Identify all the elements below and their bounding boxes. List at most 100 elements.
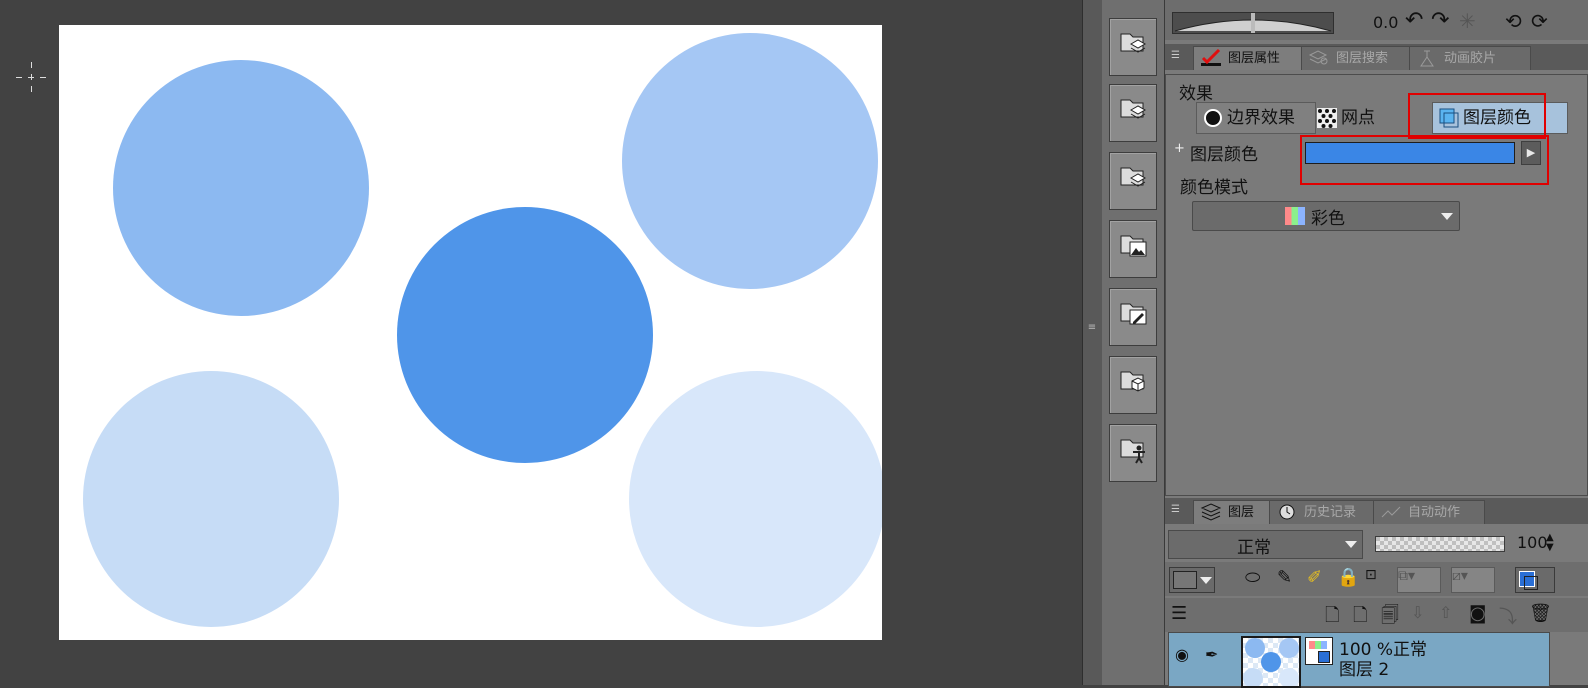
color-mode-dropdown[interactable]: 彩色 [1192,201,1460,231]
tab-label: 图层 [1228,505,1255,520]
layer-row[interactable]: ◉ ✒ 100 %正常 图层 2 [1168,632,1550,688]
layer-thumbnail [1241,636,1301,688]
new-3d-figure-layer-button[interactable] [1109,424,1157,482]
flip-vertical-icon[interactable]: ⟳ [1531,10,1548,32]
tone-label: 网点 [1341,108,1375,128]
rotation-value: 0.0 [1373,13,1399,32]
layer-stack-icon[interactable]: ☰ [1171,603,1195,627]
rotate-left-icon[interactable]: ↶ [1405,10,1423,32]
highlight-box-layer-color-button [1408,93,1546,139]
blend-mode-dropdown[interactable]: 正常 [1168,530,1363,559]
layer-toolbar-row-1: ⬭ ✎ ✐ 🔒 ⊡ ⧉▾ ⧄▾ [1165,562,1588,596]
create-mask-icon[interactable]: ◙ [1469,603,1493,627]
blend-mode-value: 正常 [1237,538,1271,558]
tab-label: 图层搜索 [1336,51,1389,66]
opacity-value[interactable]: 100 [1517,533,1548,552]
border-effect-button[interactable]: 边界效果 [1196,102,1316,134]
panel-divider[interactable]: ≡ [1082,0,1104,685]
lock-layer-icon[interactable]: 🔒 [1337,567,1361,591]
navigator-zoom-slider[interactable] [1172,12,1334,34]
layer-color-blue-dropdown[interactable] [1515,567,1555,593]
reset-rotation-icon[interactable]: ✳ [1459,10,1476,32]
divider-grip-icon[interactable]: ≡ [1087,322,1097,334]
new-folder-layer-button-2[interactable] [1109,84,1157,142]
new-image-layer-button[interactable] [1109,220,1157,278]
new-folder-icon[interactable]: 🗐 [1381,603,1405,627]
vector-layer-icon [1120,303,1147,325]
drawing-paper[interactable] [59,25,882,640]
effect-label: 效果 [1179,84,1213,104]
layer-property-panel: 效果 边界效果 网点 图层颜色 + 图层颜色 ▶ 颜色模式 彩色 [1165,74,1588,496]
tab-auto-action[interactable]: 自动动作 [1373,500,1485,524]
panel-menu-icon[interactable]: ☰ [1171,504,1183,516]
new-raster-layer-icon[interactable]: 🗋 [1325,603,1349,627]
mask-dropdown[interactable]: ⧄▾ [1451,567,1495,593]
folder-layer-icon [1120,167,1147,187]
tab-history[interactable]: 历史记录 [1269,500,1381,524]
new-vector-layer-icon[interactable]: 🗋 [1353,603,1377,627]
new-folder-layer-button[interactable] [1109,18,1157,76]
layer-thumbnail-image [1243,638,1299,686]
color-mode-value: 彩色 [1311,209,1345,229]
folder-layer-icon [1120,99,1147,119]
layer-icon [1200,503,1222,521]
border-effect-icon [1204,109,1222,127]
new-vector-layer-button[interactable] [1109,288,1157,346]
chevron-down-icon [1441,213,1453,220]
flip-horizontal-icon[interactable]: ⟲ [1505,10,1522,32]
layer-color-label: 图层颜色 [1190,145,1258,165]
merge-layer-icon[interactable]: ⤵ [1499,603,1523,628]
tab-layer-search[interactable]: 图层搜索 [1301,46,1423,70]
border-effect-label: 边界效果 [1227,108,1295,128]
circle-top-left [113,60,369,316]
property-tab-bar: ☰ 图层属性 图层搜索 动画胶片 [1165,44,1588,70]
folder-layer-icon [1120,33,1147,53]
lock-transparency-icon[interactable]: ⊡ [1365,567,1389,591]
figure-layer-icon [1120,439,1145,464]
rotate-right-icon[interactable]: ↷ [1431,10,1449,32]
eye-icon[interactable]: ◉ [1175,645,1189,664]
opacity-slider[interactable] [1375,536,1505,552]
circle-top-right [622,33,878,289]
tone-icon [1317,108,1337,128]
layer-color-dropdown[interactable] [1169,567,1215,593]
tab-label: 图层属性 [1228,51,1281,66]
delete-layer-icon[interactable]: 🗑 [1529,603,1553,627]
animation-cels-icon [1420,50,1434,67]
lock-transparent-icon[interactable]: ✐ [1307,567,1331,591]
auto-action-icon [1381,506,1401,518]
tab-animation-cels[interactable]: 动画胶片 [1409,46,1531,70]
tab-layer-property[interactable]: 图层属性 [1193,46,1315,70]
tab-label: 动画胶片 [1444,51,1497,66]
tone-button[interactable]: 网点 [1310,102,1414,134]
circle-center [397,207,653,463]
layer-property-icon [1201,49,1221,66]
highlight-box-layer-color-swatch [1300,135,1549,185]
circle-bottom-left [83,371,339,627]
move-up-icon[interactable]: ⇧ [1439,603,1463,627]
draft-layer-icon[interactable]: ✎ [1277,567,1301,591]
reference-layer-icon[interactable]: ⬭ [1245,567,1269,591]
clip-mask-dropdown[interactable]: ⧉▾ [1397,567,1441,593]
color-mode-icon [1285,207,1305,225]
color-mode-label: 颜色模式 [1180,178,1248,198]
move-down-icon[interactable]: ⇩ [1411,603,1435,627]
opacity-stepper-icon[interactable]: ▲ ▼ [1546,533,1554,553]
crosshair-cursor-icon [16,62,48,94]
layer-color-mode-icon [1305,637,1333,665]
tab-label: 自动动作 [1408,505,1461,520]
layer-toolbar-row-2: ☰ 🗋 🗋 🗐 ⇩ ⇧ ◙ ⤵ 🗑 [1165,598,1588,632]
pen-icon[interactable]: ✒ [1205,645,1218,664]
image-layer-icon [1120,235,1147,257]
layer-tab-bar: ☰ 图层 历史记录 自动动作 [1165,498,1588,524]
new-folder-layer-button-3[interactable] [1109,152,1157,210]
layer-name[interactable]: 图层 2 [1339,655,1389,680]
expand-icon[interactable]: + [1174,141,1185,156]
chevron-down-icon [1345,541,1357,548]
canvas-area[interactable] [0,0,1088,685]
history-icon [1279,504,1295,520]
3d-layer-icon [1120,371,1145,392]
new-3d-layer-button[interactable] [1109,356,1157,414]
navigator-strip: 0.0 ↶ ↷ ✳ ⟲ ⟳ [1165,0,1588,40]
panel-menu-icon[interactable]: ☰ [1171,50,1183,62]
